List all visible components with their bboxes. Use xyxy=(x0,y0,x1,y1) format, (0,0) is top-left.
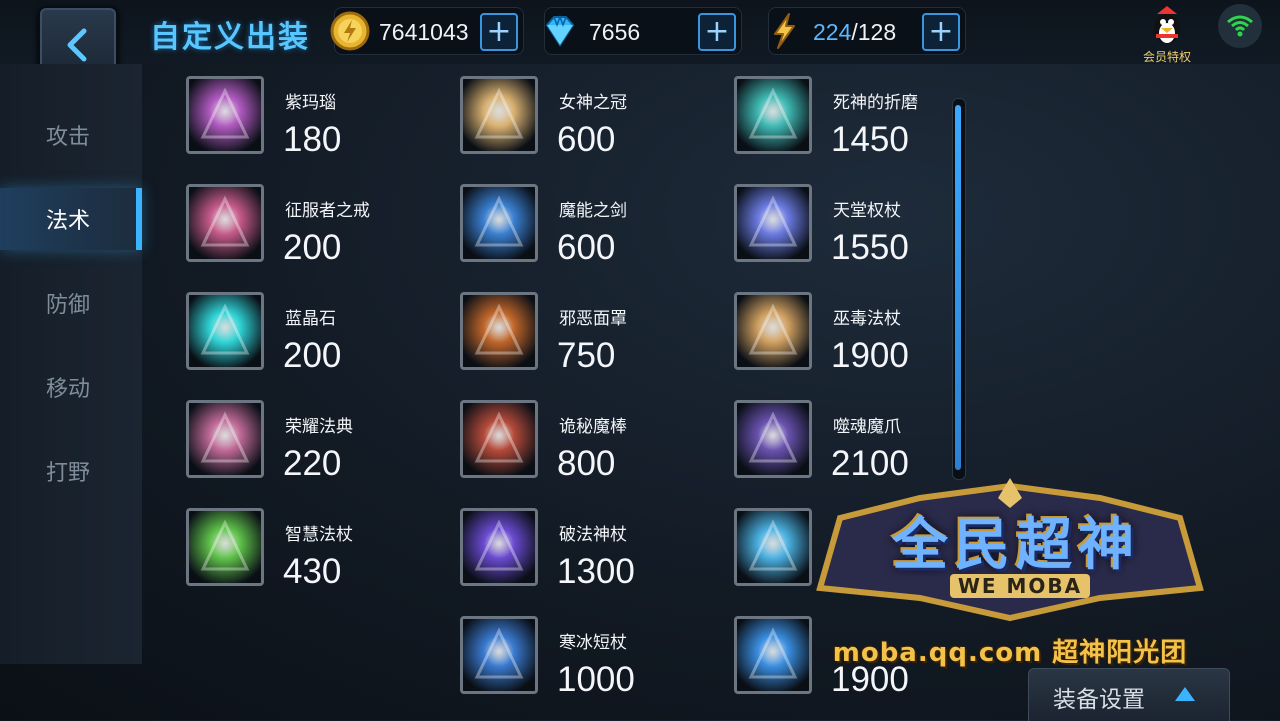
item-card[interactable]: 诡秘魔棒 800 xyxy=(416,388,686,484)
vip-label: 会员特权 xyxy=(1142,50,1191,64)
item-card[interactable]: 邪恶面罩 750 xyxy=(416,280,686,376)
gold-coin-icon xyxy=(330,11,370,51)
add-gold-button[interactable]: + xyxy=(480,13,518,51)
item-price: 1000 xyxy=(557,660,635,699)
energy-value: 224/128 xyxy=(813,19,896,46)
item-name: 寒冰短杖 xyxy=(559,633,627,653)
item-card[interactable]: 死神的折磨 1450 xyxy=(690,64,960,160)
item-name: 死神的折磨 xyxy=(833,93,918,113)
item-price: 1550 xyxy=(831,228,909,267)
sidebar-item-attack[interactable]: 攻击 xyxy=(0,104,142,166)
item-name: 噬魂魔爪 xyxy=(833,417,901,437)
ice-scepter-icon xyxy=(460,616,538,694)
sidebar-item-movement[interactable]: 移动 xyxy=(0,356,142,418)
item-name: 魔能之剑 xyxy=(559,201,627,221)
item-price: 200 xyxy=(283,336,342,375)
wifi-icon xyxy=(1218,4,1262,48)
wemoba-logo: 全民超神 WE MOBA xyxy=(800,478,1220,628)
glory-codex-icon xyxy=(186,400,264,478)
item-card[interactable]: 破法神杖 1300 xyxy=(416,496,686,592)
soul-claw-icon xyxy=(734,400,812,478)
blue-crystal-icon xyxy=(186,292,264,370)
item-name: 征服者之戒 xyxy=(285,201,370,221)
goddess-crown-icon xyxy=(460,76,538,154)
item-price: 600 xyxy=(557,120,616,159)
energy-bolt-icon xyxy=(774,13,795,49)
item-name: 荣耀法典 xyxy=(285,417,353,437)
expand-up-arrow-icon xyxy=(1175,687,1195,701)
watermark-text: moba.qq.com 超神阳光团 xyxy=(832,638,1188,668)
item-price: 750 xyxy=(557,336,616,375)
logo-subtitle: WE MOBA xyxy=(950,574,1090,598)
add-diamond-button[interactable]: + xyxy=(698,13,736,51)
scrollbar[interactable] xyxy=(952,98,966,480)
energy-max: /128 xyxy=(851,19,897,45)
qq-penguin-icon xyxy=(1154,6,1180,44)
item-card[interactable]: 天堂权杖 1550 xyxy=(690,172,960,268)
sidebar-item-magic[interactable]: 法术 xyxy=(0,188,142,250)
item-card[interactable]: 噬魂魔爪 2100 xyxy=(690,388,960,484)
item-name: 巫毒法杖 xyxy=(833,309,901,329)
item-price: 180 xyxy=(283,120,342,159)
back-arrow-icon xyxy=(67,28,87,62)
item-card[interactable]: 蓝晶石 200 xyxy=(142,280,412,376)
scrollbar-thumb[interactable] xyxy=(955,105,961,470)
sidebar-item-defense[interactable]: 防御 xyxy=(0,272,142,334)
skull-ring-icon xyxy=(186,184,264,262)
gold-counter: 7641043 + xyxy=(330,7,524,55)
wisdom-staff-icon xyxy=(186,508,264,586)
item-name: 智慧法杖 xyxy=(285,525,353,545)
item-card[interactable]: 智慧法杖 430 xyxy=(142,496,412,592)
voodoo-staff-icon xyxy=(734,292,812,370)
item-price: 200 xyxy=(283,228,342,267)
diamond-value: 7656 xyxy=(589,19,641,45)
item-price: 220 xyxy=(283,444,342,483)
energy-current: 224 xyxy=(813,19,852,45)
spellbreaker-staff-icon xyxy=(460,508,538,586)
item-price: 600 xyxy=(557,228,616,267)
category-sidebar: 攻击 法术 防御 移动 打野 xyxy=(0,64,142,664)
item-name: 诡秘魔棒 xyxy=(559,417,627,437)
diamond-icon xyxy=(545,14,575,47)
item-card[interactable]: 荣耀法典 220 xyxy=(142,388,412,484)
add-energy-button[interactable]: + xyxy=(922,13,960,51)
item-card[interactable]: 征服者之戒 200 xyxy=(142,172,412,268)
item-price: 430 xyxy=(283,552,342,591)
mystic-wand-icon xyxy=(460,400,538,478)
item-name: 女神之冠 xyxy=(559,93,627,113)
item-price: 1450 xyxy=(831,120,909,159)
energy-counter: 224/128 + xyxy=(768,7,966,55)
item-price: 1900 xyxy=(831,336,909,375)
item-price: 800 xyxy=(557,444,616,483)
diamond-counter: 7656 + xyxy=(544,7,742,55)
equip-settings-label: 装备设置 xyxy=(1053,687,1145,713)
item-name: 蓝晶石 xyxy=(285,309,336,329)
item-name: 破法神杖 xyxy=(559,525,627,545)
item-name: 紫玛瑙 xyxy=(285,93,336,113)
magic-sword-icon xyxy=(460,184,538,262)
evil-mask-icon xyxy=(460,292,538,370)
gold-value: 7641043 xyxy=(379,19,469,45)
item-card[interactable]: 女神之冠 600 xyxy=(416,64,686,160)
sidebar-item-jungle[interactable]: 打野 xyxy=(0,440,142,502)
purple-orb-icon xyxy=(186,76,264,154)
vip-privilege-button[interactable]: 会员特权 xyxy=(1136,4,1198,65)
item-card[interactable]: 寒冰短杖 1000 xyxy=(416,604,686,700)
item-card[interactable]: 魔能之剑 600 xyxy=(416,172,686,268)
equip-settings-button[interactable]: 装备设置 xyxy=(1028,668,1230,721)
page-title: 自定义出装 xyxy=(150,20,310,55)
death-torment-icon xyxy=(734,76,812,154)
item-card[interactable]: 紫玛瑙 180 xyxy=(142,64,412,160)
item-name: 天堂权杖 xyxy=(833,201,901,221)
logo-title: 全民超神 xyxy=(892,513,1140,578)
heaven-scepter-icon xyxy=(734,184,812,262)
item-card[interactable]: 巫毒法杖 1900 xyxy=(690,280,960,376)
item-name: 邪恶面罩 xyxy=(559,309,627,329)
item-price: 1300 xyxy=(557,552,635,591)
